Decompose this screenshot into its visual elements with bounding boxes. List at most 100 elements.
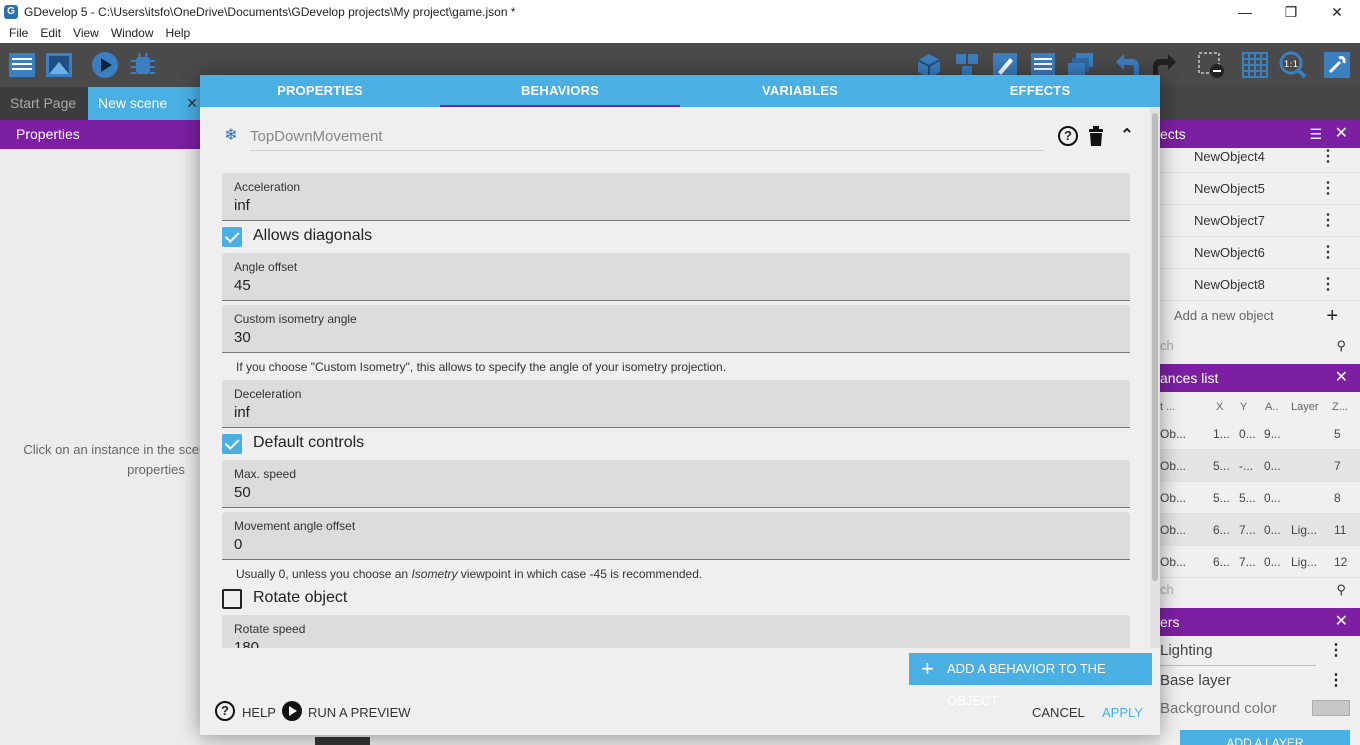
max-speed-field[interactable]: Max. speed 50 xyxy=(222,460,1130,508)
tab-label: New scene xyxy=(98,95,168,111)
add-layer-button[interactable]: ADD A LAYER xyxy=(1180,730,1350,745)
more-options-icon[interactable]: ⋮ xyxy=(1320,205,1336,237)
menu-help[interactable]: Help xyxy=(160,24,197,43)
plus-icon: + xyxy=(921,656,934,681)
movement-angle-offset-field[interactable]: Movement angle offset 0 xyxy=(222,512,1130,560)
grid-icon[interactable] xyxy=(1240,50,1270,80)
table-row[interactable]: Ob... 6... 7... 0... Lig... 12 xyxy=(1160,546,1360,578)
list-item[interactable]: NewObject6 ⋮ xyxy=(1160,237,1360,269)
tab-properties[interactable]: PROPERTIES xyxy=(200,75,440,107)
debugger-bug-icon[interactable] xyxy=(128,50,158,80)
help-button[interactable]: HELP xyxy=(242,705,276,720)
layers-panel-header: ers ✕ xyxy=(1160,608,1360,636)
apply-button[interactable]: APPLY xyxy=(1102,705,1143,720)
table-row[interactable]: Ob... 5... 5... 0... 8 xyxy=(1160,482,1360,514)
right-side-panels: ects ☰ ✕ NewObject4 ⋮ NewObject5 ⋮ NewObje… xyxy=(1160,120,1360,745)
behavior-name-field[interactable]: TopDownMovement xyxy=(250,125,1044,151)
object-editor-dialog: PROPERTIES BEHAVIORS VARIABLES EFFECTS ❄… xyxy=(200,75,1160,735)
table-row[interactable]: Ob... 1... 0... 9... 5 xyxy=(1160,418,1360,450)
instances-panel-title: ances list xyxy=(1160,370,1219,386)
more-options-icon[interactable]: ⋮ xyxy=(1320,173,1336,205)
table-row[interactable]: Ob... 5... -... 0... 7 xyxy=(1160,450,1360,482)
menu-file[interactable]: File xyxy=(3,24,34,43)
tab-start-page[interactable]: Start Page xyxy=(0,87,88,120)
rotate-speed-field[interactable]: Rotate speed 180 xyxy=(222,615,1130,648)
dialog-footer: ? HELP RUN A PREVIEW CANCEL APPLY xyxy=(200,695,1160,729)
close-window-button[interactable]: ✕ xyxy=(1314,0,1360,24)
plus-icon: + xyxy=(1326,305,1338,327)
list-item[interactable]: NewObject4 ⋮ xyxy=(1160,141,1360,173)
objects-panel-title: ects xyxy=(1160,126,1186,142)
list-item[interactable]: NewObject8 ⋮ xyxy=(1160,269,1360,301)
background-color-row: Background color xyxy=(1160,694,1360,724)
movement-help-text: Usually 0, unless you choose an Isometry… xyxy=(236,567,703,581)
delete-trash-icon[interactable] xyxy=(1088,125,1104,147)
settings-wrench-icon[interactable] xyxy=(1322,50,1352,80)
tab-effects[interactable]: EFFECTS xyxy=(920,75,1160,107)
maximize-button[interactable]: ❐ xyxy=(1268,0,1314,24)
behavior-icon: ❄ xyxy=(224,127,238,144)
tab-variables[interactable]: VARIABLES xyxy=(680,75,920,107)
help-icon[interactable]: ? xyxy=(215,701,235,721)
tab-new-scene[interactable]: New scene ✕ xyxy=(88,87,206,120)
window-controls: — ❐ ✕ xyxy=(1222,0,1360,24)
layers-panel-title: ers xyxy=(1160,614,1180,630)
scrollbar-thumb[interactable] xyxy=(1152,113,1158,581)
more-options-icon[interactable]: ⋮ xyxy=(1328,666,1344,696)
angle-offset-field[interactable]: Angle offset 45 xyxy=(222,253,1130,301)
properties-panel-title: Properties xyxy=(0,120,200,149)
add-new-object-button[interactable]: Add a new object + xyxy=(1160,301,1360,331)
isometry-help-text: If you choose "Custom Isometry", this al… xyxy=(236,360,727,374)
svg-text:1:1: 1:1 xyxy=(1284,60,1298,70)
objects-search-input[interactable]: ch ⚲ xyxy=(1160,332,1360,360)
layer-item-base[interactable]: Base layer ⋮ xyxy=(1160,666,1360,696)
minimize-button[interactable]: — xyxy=(1222,0,1268,24)
more-options-icon[interactable]: ⋮ xyxy=(1320,269,1336,301)
close-panel-icon[interactable]: ✕ xyxy=(1335,364,1348,392)
rotate-object-checkbox[interactable]: Rotate object xyxy=(222,586,1130,612)
menu-edit[interactable]: Edit xyxy=(34,24,67,43)
more-options-icon[interactable]: ⋮ xyxy=(1328,636,1344,666)
default-controls-checkbox[interactable]: Default controls xyxy=(222,431,1130,457)
preview-play-icon[interactable] xyxy=(90,50,120,80)
close-tab-icon[interactable]: ✕ xyxy=(186,87,198,120)
gdevelop-logo-icon: G xyxy=(4,5,18,19)
instances-table-header: t ... X Y A.. Layer Z... xyxy=(1160,401,1348,413)
acceleration-field[interactable]: Acceleration inf xyxy=(222,173,1130,221)
table-row[interactable]: Ob... 6... 7... 0... Lig... 11 xyxy=(1160,514,1360,546)
add-behavior-button[interactable]: + ADD A BEHAVIOR TO THE OBJECT xyxy=(909,653,1152,708)
layer-item-lighting[interactable]: Lighting xyxy=(1160,636,1316,666)
list-item[interactable]: NewObject5 ⋮ xyxy=(1160,173,1360,205)
custom-isometry-angle-field[interactable]: Custom isometry angle 30 xyxy=(222,305,1130,353)
menu-window[interactable]: Window xyxy=(105,24,160,43)
behavior-header: ❄ TopDownMovement ? ⌃ xyxy=(222,125,1142,151)
allows-diagonals-checkbox[interactable]: Allows diagonals xyxy=(222,224,1130,250)
deceleration-field[interactable]: Deceleration inf xyxy=(222,380,1130,428)
instances-search-input[interactable]: ch ⚲ xyxy=(1160,576,1360,604)
play-icon[interactable] xyxy=(282,701,302,721)
close-panel-icon[interactable]: ✕ xyxy=(1335,608,1348,636)
tab-behaviors[interactable]: BEHAVIORS xyxy=(440,75,680,107)
background-color-swatch[interactable] xyxy=(1312,700,1350,716)
help-icon[interactable]: ? xyxy=(1058,126,1078,146)
checkbox-checked[interactable] xyxy=(222,227,242,247)
chevron-up-icon[interactable]: ⌃ xyxy=(1118,125,1136,147)
zoom-icon[interactable]: 1:1 xyxy=(1278,50,1308,80)
project-manager-icon[interactable] xyxy=(7,50,37,80)
scene-editor-icon[interactable] xyxy=(44,50,74,80)
selection-delete-icon[interactable] xyxy=(1196,50,1226,80)
checkbox-checked[interactable] xyxy=(222,434,242,454)
more-options-icon[interactable]: ⋮ xyxy=(1320,237,1336,269)
cancel-button[interactable]: CANCEL xyxy=(1032,705,1085,720)
window-titlebar: G GDevelop 5 - C:\Users\itsfo\OneDrive\D… xyxy=(0,0,1360,24)
list-item[interactable]: NewObject7 ⋮ xyxy=(1160,205,1360,237)
more-options-icon[interactable]: ⋮ xyxy=(1320,141,1336,173)
search-icon: ⚲ xyxy=(1336,582,1346,597)
dialog-tabs: PROPERTIES BEHAVIORS VARIABLES EFFECTS xyxy=(200,75,1160,107)
scene-canvas-edge xyxy=(315,737,370,745)
checkbox-unchecked[interactable] xyxy=(222,589,242,609)
behaviors-scroll-area: ❄ TopDownMovement ? ⌃ Acceleration inf A… xyxy=(200,107,1160,648)
run-preview-button[interactable]: RUN A PREVIEW xyxy=(308,705,411,720)
search-icon: ⚲ xyxy=(1336,338,1346,353)
menu-view[interactable]: View xyxy=(67,24,105,43)
